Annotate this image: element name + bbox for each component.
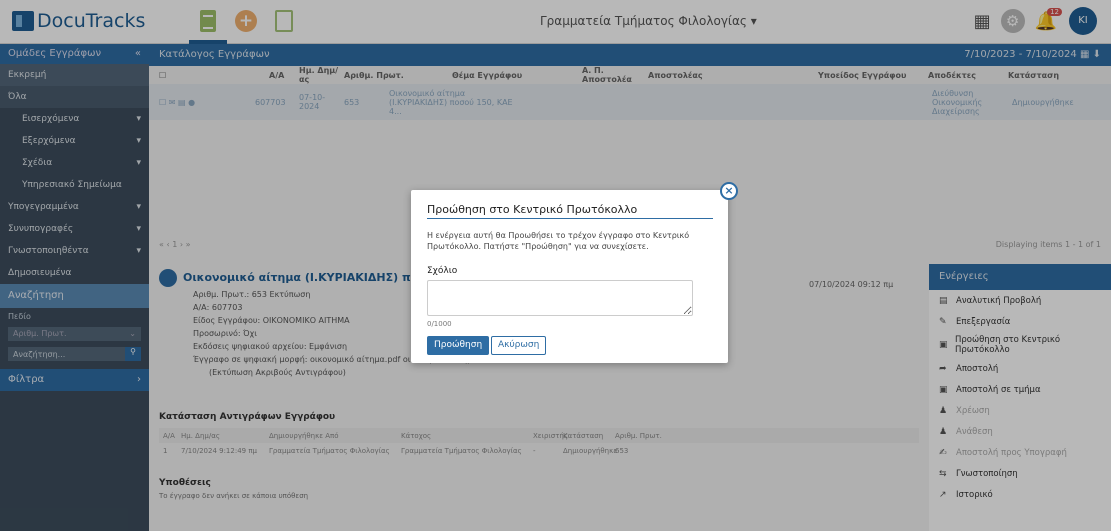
comment-label: Σχόλιο — [427, 266, 458, 276]
confirm-forward-button[interactable]: Προώθηση — [427, 336, 490, 355]
dialog-divider — [427, 218, 713, 219]
close-icon[interactable]: × — [720, 182, 738, 200]
dialog-title: Προώθηση στο Κεντρικό Πρωτόκολλο — [427, 203, 638, 216]
dialog-message: Η ενέργεια αυτή θα Προωθήσει το τρέχον έ… — [427, 231, 690, 251]
char-counter: 0/1000 — [427, 320, 452, 328]
cancel-button[interactable]: Ακύρωση — [491, 336, 547, 355]
comment-textarea[interactable] — [427, 280, 693, 316]
forward-dialog: Προώθηση στο Κεντρικό Πρωτόκολλο Η ενέργ… — [411, 190, 728, 363]
